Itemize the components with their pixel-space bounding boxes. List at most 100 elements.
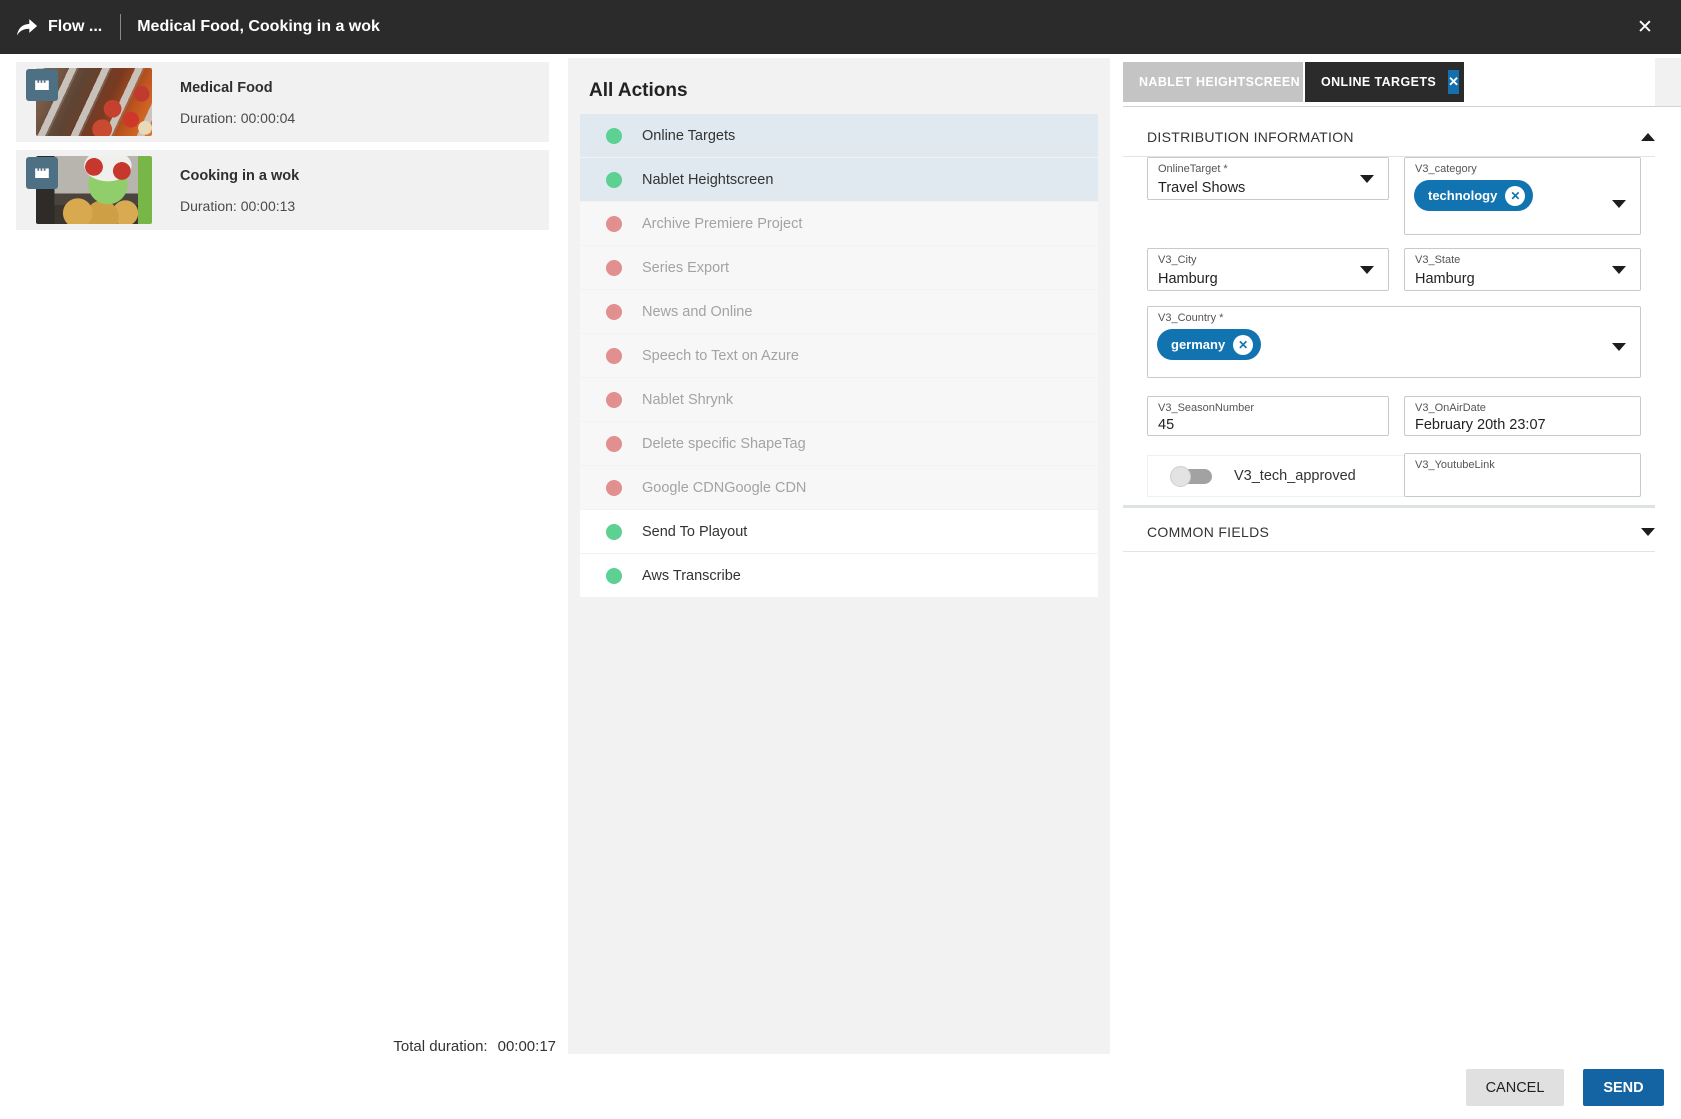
tab-label: NABLET HEIGHTSCREEN <box>1139 75 1300 89</box>
actions-panel: All Actions Online Targets Nablet Height… <box>568 58 1110 1054</box>
tech-approved-toggle[interactable] <box>1172 469 1212 484</box>
chip-remove-icon[interactable]: ✕ <box>1505 186 1525 206</box>
chevron-down-icon <box>1360 266 1374 274</box>
status-dot-icon <box>606 436 622 452</box>
action-label: Aws Transcribe <box>642 568 741 584</box>
share-forward-icon <box>16 18 38 37</box>
tab-nablet-heightscreen[interactable]: NABLET HEIGHTSCREEN ✕ <box>1123 62 1303 102</box>
field-value: Travel Shows <box>1158 180 1245 196</box>
section-title: DISTRIBUTION INFORMATION <box>1147 129 1354 145</box>
city-select[interactable]: V3_City Hamburg <box>1147 248 1389 291</box>
action-label: Nablet Shrynk <box>642 392 733 408</box>
status-dot-icon <box>606 260 622 276</box>
chevron-down-icon <box>1360 175 1374 183</box>
action-row[interactable]: Aws Transcribe <box>580 554 1098 597</box>
field-value: Hamburg <box>1415 271 1475 287</box>
action-label: Delete specific ShapeTag <box>642 436 806 452</box>
media-item[interactable]: Cooking in a wok Duration: 00:00:13 <box>16 150 549 230</box>
app-title: Flow ... <box>48 18 102 36</box>
total-duration-label: Total duration: <box>393 1038 487 1055</box>
field-value: Hamburg <box>1158 271 1218 287</box>
chip-remove-icon[interactable]: ✕ <box>1233 335 1253 355</box>
action-row[interactable]: Online Targets <box>580 114 1098 157</box>
chevron-down-icon <box>1612 343 1626 351</box>
collapse-icon[interactable] <box>1641 133 1655 141</box>
action-label: Series Export <box>642 260 729 276</box>
tab-online-targets[interactable]: ONLINE TARGETS ✕ <box>1305 62 1464 102</box>
section-distribution-information[interactable]: DISTRIBUTION INFORMATION <box>1147 117 1655 157</box>
action-label: Archive Premiere Project <box>642 216 802 232</box>
field-label: V3_City <box>1158 254 1197 266</box>
dialog-title: Medical Food, Cooking in a wok <box>137 18 380 36</box>
field-value: February 20th 23:07 <box>1415 417 1546 433</box>
video-clip-icon <box>26 157 58 189</box>
status-dot-icon <box>606 172 622 188</box>
tab-label: ONLINE TARGETS <box>1321 75 1436 89</box>
chevron-down-icon <box>1612 200 1626 208</box>
action-label: Nablet Heightscreen <box>642 172 773 188</box>
state-select[interactable]: V3_State Hamburg <box>1404 248 1641 291</box>
category-select[interactable]: V3_category technology ✕ <box>1404 157 1641 235</box>
section-common-fields[interactable]: COMMON FIELDS <box>1147 512 1655 552</box>
action-label: Send To Playout <box>642 524 747 540</box>
total-duration-value: 00:00:17 <box>498 1038 556 1055</box>
actions-panel-title: All Actions <box>589 80 688 102</box>
media-title: Medical Food <box>180 80 273 96</box>
status-dot-icon <box>606 568 622 584</box>
status-dot-icon <box>606 128 622 144</box>
country-select[interactable]: V3_Country * germany ✕ <box>1147 306 1641 378</box>
toggle-knob <box>1170 466 1191 487</box>
field-value: 45 <box>1158 417 1174 433</box>
divider <box>1123 551 1655 552</box>
status-dot-icon <box>606 304 622 320</box>
expand-icon[interactable] <box>1641 528 1655 536</box>
field-label: V3_category <box>1415 163 1477 175</box>
cancel-button[interactable]: CANCEL <box>1466 1069 1564 1106</box>
chip-label: technology <box>1428 188 1497 203</box>
send-button[interactable]: SEND <box>1583 1069 1664 1106</box>
chip-label: germany <box>1171 337 1225 352</box>
action-label: Speech to Text on Azure <box>642 348 799 364</box>
status-dot-icon <box>606 480 622 496</box>
close-icon[interactable]: ✕ <box>1627 0 1663 54</box>
field-label: V3_YoutubeLink <box>1415 459 1495 471</box>
action-row[interactable]: Google CDNGoogle CDN <box>580 466 1098 509</box>
action-row[interactable]: Delete specific ShapeTag <box>580 422 1098 465</box>
status-dot-icon <box>606 216 622 232</box>
action-row[interactable]: Send To Playout <box>580 510 1098 553</box>
action-row[interactable]: Nablet Heightscreen <box>580 158 1098 201</box>
on-air-date-input[interactable]: V3_OnAirDate February 20th 23:07 <box>1404 396 1641 436</box>
action-row[interactable]: Speech to Text on Azure <box>580 334 1098 377</box>
field-label: V3_OnAirDate <box>1415 402 1486 414</box>
status-dot-icon <box>606 392 622 408</box>
status-dot-icon <box>606 348 622 364</box>
total-duration: Total duration: 00:00:17 <box>0 1038 556 1055</box>
title-divider <box>120 14 121 40</box>
media-duration: Duration: 00:00:04 <box>180 110 295 126</box>
category-chip: technology ✕ <box>1414 180 1533 211</box>
action-row[interactable]: Archive Premiere Project <box>580 202 1098 245</box>
actions-list: Online Targets Nablet Heightscreen Archi… <box>580 114 1098 598</box>
toggle-label: V3_tech_approved <box>1234 468 1356 484</box>
online-target-select[interactable]: OnlineTarget * Travel Shows <box>1147 157 1389 200</box>
field-label: V3_State <box>1415 254 1460 266</box>
video-clip-icon <box>26 69 58 101</box>
chevron-down-icon <box>1612 266 1626 274</box>
action-row[interactable]: Series Export <box>580 246 1098 289</box>
season-number-input[interactable]: V3_SeasonNumber 45 <box>1147 396 1389 436</box>
tech-approved-field: V3_tech_approved <box>1147 455 1417 497</box>
status-dot-icon <box>606 524 622 540</box>
field-label: V3_SeasonNumber <box>1158 402 1254 414</box>
media-duration: Duration: 00:00:13 <box>180 198 295 214</box>
divider <box>1123 505 1655 508</box>
tab-close-icon[interactable]: ✕ <box>1448 70 1459 94</box>
action-label: Online Targets <box>642 128 735 144</box>
titlebar: Flow ... Medical Food, Cooking in a wok … <box>0 0 1681 54</box>
media-item[interactable]: Medical Food Duration: 00:00:04 <box>16 62 549 142</box>
youtube-link-input[interactable]: V3_YoutubeLink <box>1404 453 1641 497</box>
action-row[interactable]: Nablet Shrynk <box>580 378 1098 421</box>
action-label: News and Online <box>642 304 752 320</box>
country-chip: germany ✕ <box>1157 329 1261 360</box>
action-label: Google CDNGoogle CDN <box>642 480 806 496</box>
action-row[interactable]: News and Online <box>580 290 1098 333</box>
